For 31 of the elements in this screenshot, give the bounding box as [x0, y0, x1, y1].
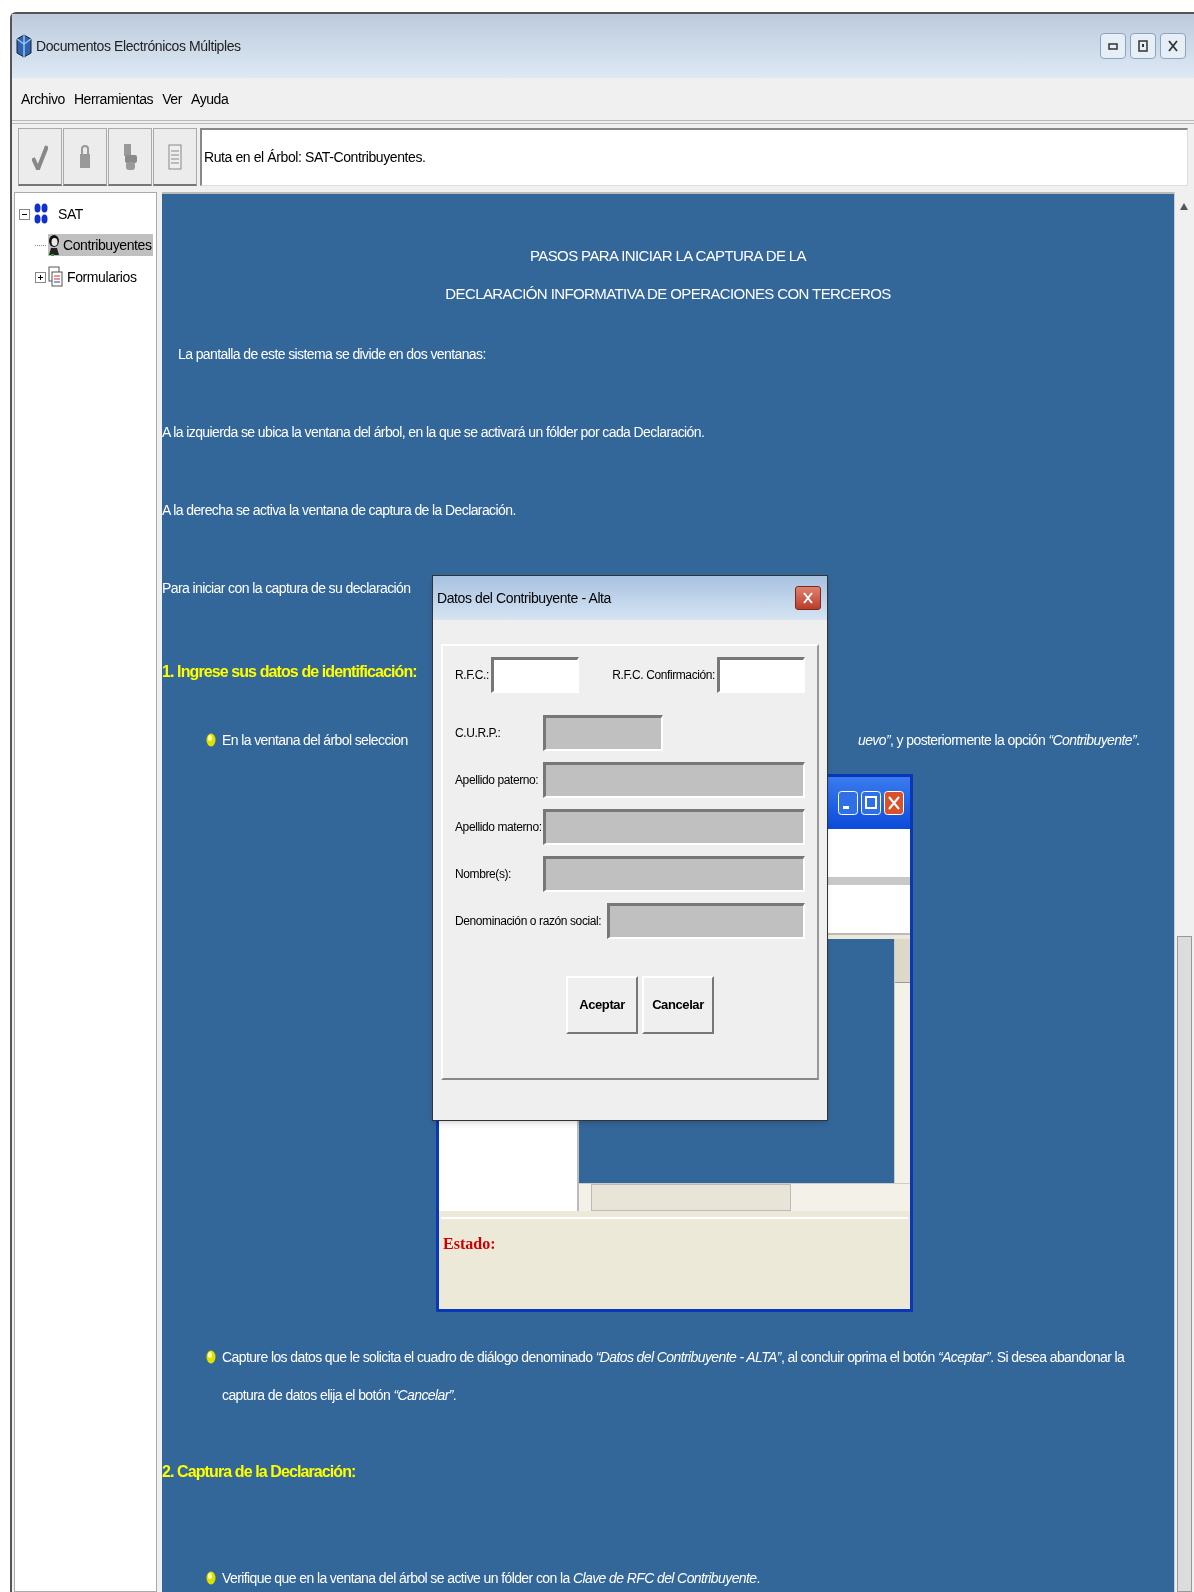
heading-line: PASOS PARA INICIAR LA CAPTURA DE LA: [529, 246, 806, 266]
field-label: Apellido materno:: [455, 819, 543, 836]
tree-item[interactable]: SAT: [56, 203, 85, 225]
bullet-text: Capture los datos que le solicita el cuadro de diálogo denominado “Datos del Contribuyente - ALTA”, al concluir oprima el botón “Aceptar”. Si desea abandonar la captura de datos elija el botón “Cancelar”.: [222, 1348, 1126, 1405]
field-label: R.F.C. Confirmación:: [612, 667, 715, 684]
paragraph: La pantalla de este sistema se divide en dos ventanas:: [178, 345, 486, 364]
field-label: Apellido paterno:: [455, 772, 540, 789]
menu-item[interactable]: Ver: [161, 88, 183, 110]
section-heading: 2. Captura de la Declaración:: [162, 1462, 356, 1482]
dialog-title: Datos del Contribuyente - Alta: [437, 588, 611, 608]
field-label: Nombre(s):: [455, 866, 512, 883]
bullet-text: Verifique que en la ventana del árbol se active un fólder con la Clave de RFC del Contribuyente.: [222, 1569, 760, 1588]
status-label: Estado:: [443, 1234, 496, 1254]
menu-item[interactable]: Ayuda: [189, 88, 230, 110]
menu-item[interactable]: Herramientas: [72, 88, 155, 110]
dialog-button[interactable]: Aceptar: [566, 976, 638, 1034]
paragraph: Para iniciar con la captura de su declaración: [162, 579, 411, 598]
heading-line: DECLARACIÓN INFORMATIVA DE OPERACIONES CON TERCEROS: [445, 284, 891, 304]
field-label: Denominación o razón social:: [455, 913, 602, 930]
paragraph: A la izquierda se ubica la ventana del árbol, en la que se activará un fólder por cada Declaración.: [162, 423, 705, 442]
bullet-text: En la ventana del árbol seleccion: [222, 731, 408, 750]
paragraph: A la derecha se activa la ventana de captura de la Declaración.: [162, 501, 516, 520]
dialog-button[interactable]: Cancelar: [642, 976, 714, 1034]
path-field: Ruta en el Árbol: SAT-Contribuyentes.: [200, 128, 1188, 186]
tree-item[interactable]: Formularios: [66, 266, 138, 288]
menu-item[interactable]: Archivo: [20, 88, 66, 110]
field-label: R.F.C.:: [455, 667, 489, 684]
window-title: Documentos Electrónicos Múltiples: [36, 36, 241, 56]
field-label: C.U.R.P.:: [455, 725, 502, 742]
section-heading: 1. Ingrese sus datos de identificación:: [162, 662, 417, 682]
bullet-text: uevo”, y posteriormente la opción “Contribuyente”.: [858, 731, 1140, 750]
